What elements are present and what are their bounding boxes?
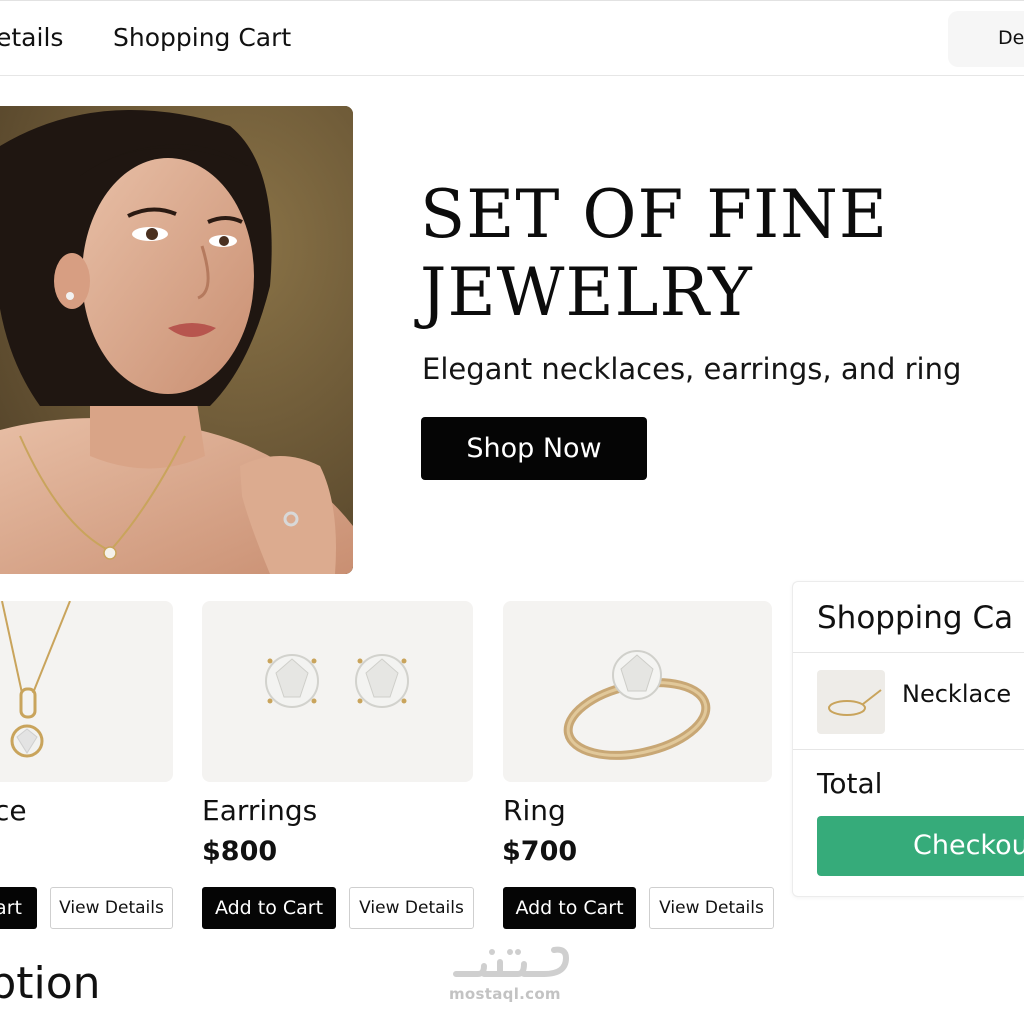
nav-shopping-cart-link[interactable]: Shopping Cart xyxy=(113,23,291,52)
necklace-product-image[interactable] xyxy=(0,601,173,782)
product-price: $800 xyxy=(202,836,278,867)
nav-product-details-link[interactable]: etails xyxy=(0,23,63,52)
top-nav: etails Shopping Cart De xyxy=(0,0,1024,76)
hero-title: SET OF FINE JEWELRY xyxy=(420,176,888,332)
necklace-icon xyxy=(817,670,885,734)
shopping-cart-panel: Shopping Ca Necklace Total Checkout xyxy=(792,581,1024,897)
add-to-cart-button[interactable]: Add to Cart xyxy=(503,887,636,929)
divider xyxy=(793,652,1024,653)
ring-product-image[interactable] xyxy=(503,601,772,782)
add-to-cart-button[interactable]: art xyxy=(0,887,37,929)
watermark-logo xyxy=(448,944,574,988)
product-price: $700 xyxy=(502,836,578,867)
checkout-button[interactable]: Checkout xyxy=(817,816,1024,876)
watermark-url: mostaql.com xyxy=(449,985,561,1003)
hero-title-line2: JEWELRY xyxy=(420,254,753,331)
hero-title-line1: SET OF FINE xyxy=(420,176,889,253)
hero-subtitle: Elegant necklaces, earrings, and ring xyxy=(422,352,962,386)
product-name: ce xyxy=(0,794,27,827)
nav-description-label: De xyxy=(998,27,1024,49)
hero-model-image xyxy=(0,106,353,574)
cart-total-label: Total xyxy=(817,767,883,800)
earrings-product-image[interactable] xyxy=(202,601,473,782)
cart-title: Shopping Ca xyxy=(817,600,1014,636)
view-details-button[interactable]: View Details xyxy=(50,887,173,929)
description-heading: ription xyxy=(0,958,101,1009)
cart-item-name: Necklace xyxy=(902,680,1012,708)
nav-description-tab[interactable]: De xyxy=(948,11,1024,67)
divider xyxy=(793,749,1024,750)
product-name: Ring xyxy=(503,794,566,827)
product-name: Earrings xyxy=(202,794,318,827)
view-details-button[interactable]: View Details xyxy=(649,887,774,929)
checkout-label: Checkout xyxy=(913,830,1024,861)
add-to-cart-button[interactable]: Add to Cart xyxy=(202,887,336,929)
view-details-button[interactable]: View Details xyxy=(349,887,474,929)
shop-now-button[interactable]: Shop Now xyxy=(421,417,647,480)
